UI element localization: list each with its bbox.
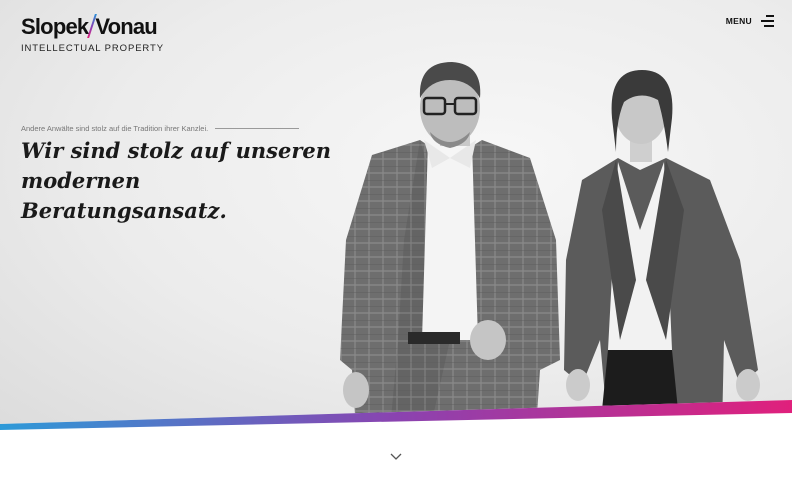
menu-button[interactable]: MENU <box>726 15 774 27</box>
hamburger-icon <box>761 15 774 27</box>
chevron-down-icon[interactable] <box>389 451 403 461</box>
kicker-divider <box>215 128 300 129</box>
logo[interactable]: Slopek Vonau INTELLECTUAL PROPERTY <box>21 14 164 54</box>
gradient-band <box>0 400 792 435</box>
team-photo <box>340 62 760 430</box>
logo-name-left: Slopek <box>21 14 89 39</box>
menu-label: MENU <box>725 16 752 26</box>
headline-line-2: modernen Beratungsansatz. <box>21 167 227 223</box>
kicker: Andere Anwälte sind stolz auf die Tradit… <box>21 124 300 133</box>
kicker-text: Andere Anwälte sind stolz auf die Tradit… <box>21 124 209 133</box>
hero-section: Slopek Vonau INTELLECTUAL PROPERTY MENU … <box>0 0 792 430</box>
logo-subtitle: INTELLECTUAL PROPERTY <box>21 43 164 54</box>
logo-wordmark: Slopek Vonau <box>21 14 164 38</box>
logo-name-right: Vonau <box>95 14 157 39</box>
hero-headline: Wir sind stolz auf unseren modernen Bera… <box>21 136 351 225</box>
headline-line-1: Wir sind stolz auf unseren <box>21 138 332 163</box>
